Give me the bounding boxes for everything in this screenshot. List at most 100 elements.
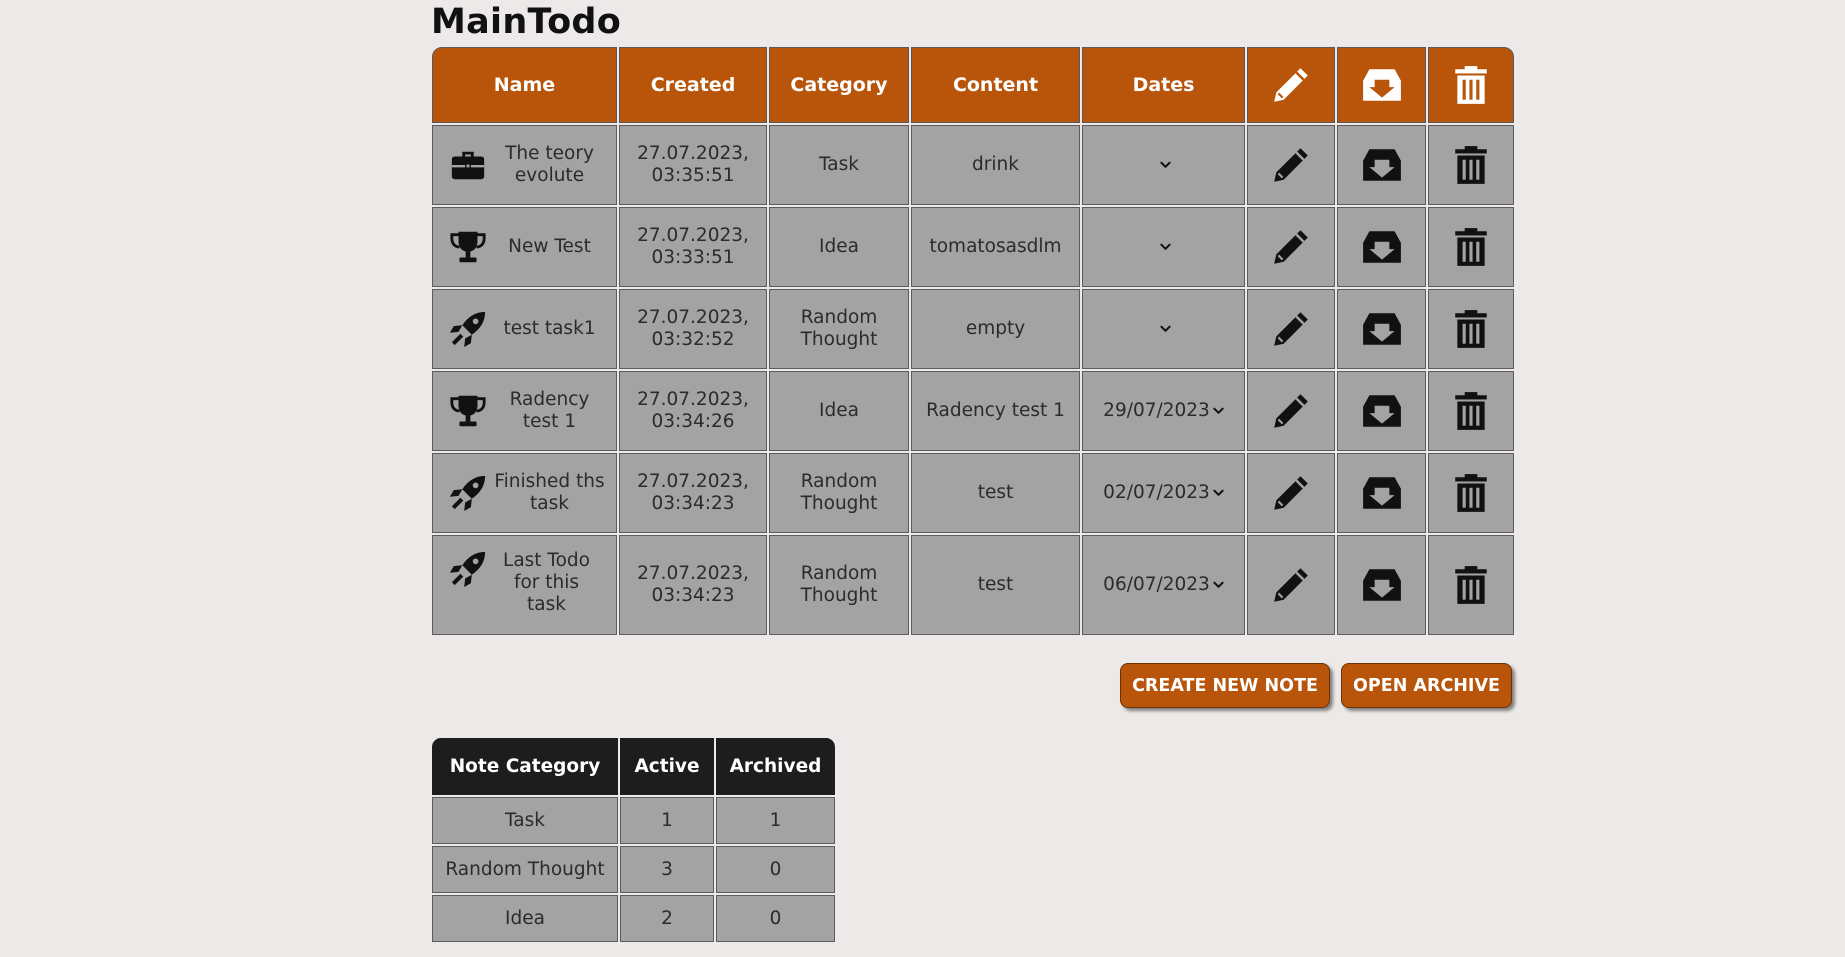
trash-icon[interactable] [1450,144,1492,186]
dates-value: 29/07/2023 [1103,400,1210,421]
stats-archived: 0 [716,846,835,893]
stats-category: Idea [432,895,618,942]
trash-icon[interactable] [1450,472,1492,514]
created-date: 27.07.2023, [637,471,749,492]
pencil-icon[interactable] [1270,144,1312,186]
table-row: Radency test 1 27.07.2023, 03:34:26 Idea … [432,371,1514,451]
header-category[interactable]: Category [769,47,909,123]
trash-icon[interactable] [1450,226,1492,268]
archive-box-icon[interactable] [1361,144,1403,186]
stats-category: Task [432,797,618,844]
category-cell: Random Thought [769,535,909,635]
dates-cell[interactable]: 02/07/2023 [1082,453,1245,533]
dates-cell[interactable] [1082,289,1245,369]
content-cell: Radency test 1 [911,371,1080,451]
delete-cell [1428,207,1514,287]
category-cell: Task [769,125,909,205]
edit-cell [1247,371,1335,451]
trash-icon[interactable] [1450,390,1492,432]
header-name[interactable]: Name [432,47,617,123]
stats-active: 2 [620,895,714,942]
delete-cell [1428,371,1514,451]
rocket-icon [449,550,487,588]
header-delete-all[interactable] [1428,47,1514,123]
briefcase-icon [449,146,487,184]
created-time: 03:33:51 [651,247,735,268]
name-cell: Last Todo for this task [432,535,617,635]
dates-cell[interactable]: 29/07/2023 [1082,371,1245,451]
archive-box-icon[interactable] [1361,472,1403,514]
chevron-down-icon[interactable] [1160,325,1171,333]
archive-cell [1337,125,1426,205]
trophy-icon [449,228,487,266]
notes-table-header: Name Created Category Content Dates [432,47,1514,123]
dates-value: 06/07/2023 [1103,574,1210,595]
open-archive-button[interactable]: Open Archive [1341,663,1512,708]
created-cell: 27.07.2023, 03:34:23 [619,535,767,635]
archive-box-icon[interactable] [1361,390,1403,432]
archive-box-icon[interactable] [1361,64,1403,106]
content-cell: test [911,453,1080,533]
table-row: Last Todo for this task 27.07.2023, 03:34… [432,535,1514,635]
stats-archived: 1 [716,797,835,844]
created-date: 27.07.2023, [637,563,749,584]
chevron-down-icon[interactable] [1213,489,1224,497]
table-row: The teory evolute 27.07.2023, 03:35:51 Ta… [432,125,1514,205]
trash-icon[interactable] [1450,308,1492,350]
chevron-down-icon[interactable] [1160,161,1171,169]
dates-cell[interactable] [1082,207,1245,287]
archive-cell [1337,371,1426,451]
chevron-down-icon[interactable] [1213,407,1224,415]
pencil-icon[interactable] [1270,564,1312,606]
page-title: MainTodo [431,2,622,42]
note-name: Last Todo for this task [503,550,590,615]
created-time: 03:34:26 [651,411,735,432]
archive-box-icon[interactable] [1361,564,1403,606]
note-name: Finished ths task [494,471,605,514]
dates-cell[interactable] [1082,125,1245,205]
created-cell: 27.07.2023, 03:34:23 [619,453,767,533]
archive-box-icon[interactable] [1361,226,1403,268]
archive-box-icon[interactable] [1361,308,1403,350]
pencil-icon[interactable] [1270,226,1312,268]
table-row: test task1 27.07.2023, 03:32:52 Random Th… [432,289,1514,369]
chevron-down-icon[interactable] [1213,581,1224,589]
note-name: The teory evolute [505,143,594,186]
stats-category: Random Thought [432,846,618,893]
edit-cell [1247,535,1335,635]
trash-icon[interactable] [1450,564,1492,606]
content-cell: tomatosasdlm [911,207,1080,287]
pencil-icon[interactable] [1270,390,1312,432]
chevron-down-icon[interactable] [1160,243,1171,251]
rocket-icon [449,474,487,512]
delete-cell [1428,453,1514,533]
archive-cell [1337,289,1426,369]
archive-cell [1337,535,1426,635]
pencil-icon[interactable] [1270,472,1312,514]
name-cell: test task1 [432,289,617,369]
created-date: 27.07.2023, [637,307,749,328]
created-cell: 27.07.2023, 03:32:52 [619,289,767,369]
created-time: 03:32:52 [651,329,735,350]
note-name: Radency test 1 [509,389,590,432]
name-cell: New Test [432,207,617,287]
content-cell: empty [911,289,1080,369]
dates-cell[interactable]: 06/07/2023 [1082,535,1245,635]
stats-active: 1 [620,797,714,844]
edit-cell [1247,289,1335,369]
created-cell: 27.07.2023, 03:33:51 [619,207,767,287]
pencil-icon[interactable] [1270,308,1312,350]
header-content[interactable]: Content [911,47,1080,123]
edit-cell [1247,453,1335,533]
stats-row: Idea 2 0 [432,895,835,942]
header-created[interactable]: Created [619,47,767,123]
header-archive-all[interactable] [1337,47,1426,123]
rocket-icon [449,310,487,348]
created-cell: 27.07.2023, 03:35:51 [619,125,767,205]
archive-cell [1337,207,1426,287]
header-dates[interactable]: Dates [1082,47,1245,123]
content-cell: test [911,535,1080,635]
trash-icon[interactable] [1450,64,1492,106]
create-note-button[interactable]: Create New Note [1120,663,1330,708]
trophy-icon [449,392,487,430]
